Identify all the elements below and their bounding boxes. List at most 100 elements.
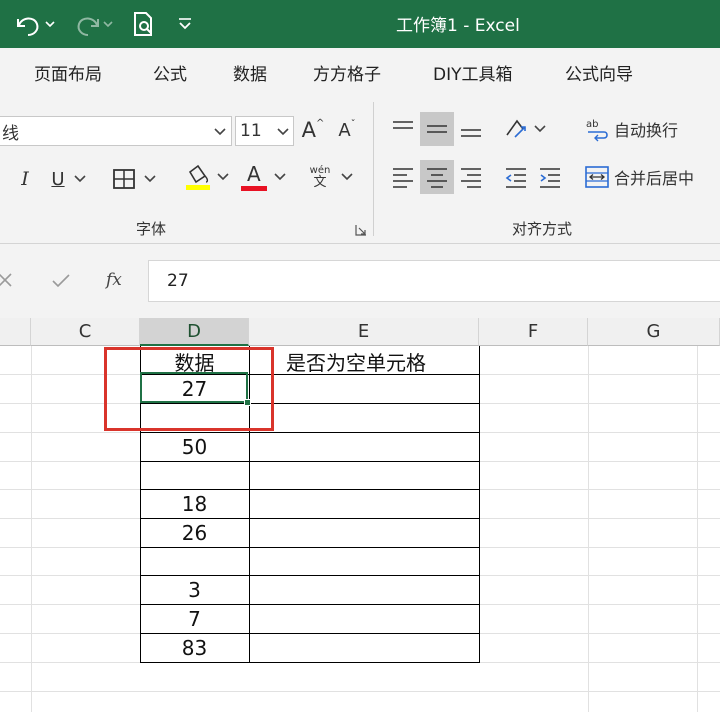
underline-icon: U [51, 168, 65, 190]
wrap-text-button[interactable]: ab 自动换行 [584, 112, 714, 146]
merge-center-label: 合并后居中 [614, 169, 695, 188]
table-border [479, 346, 480, 662]
cell-d-value[interactable]: 3 [140, 576, 249, 604]
increase-indent-icon [540, 168, 560, 188]
tab-data[interactable]: 数据 [233, 60, 267, 85]
font-size-combo[interactable]: 11 [235, 116, 294, 146]
align-right-icon [461, 168, 481, 188]
caret-up-icon: ^ [315, 117, 325, 129]
font-name-value: 线 [2, 123, 19, 144]
font-size-value: 11 [240, 121, 262, 141]
svg-text:ab: ab [586, 119, 598, 130]
column-header-d[interactable]: D [140, 318, 249, 346]
undo-button[interactable] [10, 0, 58, 48]
cell-d-value[interactable] [140, 547, 249, 575]
chevron-down-icon [341, 173, 353, 181]
chevron-down-icon [274, 173, 286, 181]
font-color-button[interactable]: A [238, 160, 290, 194]
cell-d-value[interactable]: 50 [140, 433, 249, 461]
align-left-button[interactable] [386, 160, 420, 194]
column-header-f[interactable]: F [479, 318, 588, 346]
fill-bucket-icon [186, 164, 210, 190]
chevron-down-icon [214, 128, 226, 136]
column-header-g[interactable]: G [588, 318, 720, 346]
print-preview-icon [134, 12, 152, 36]
enter-check-icon[interactable] [50, 271, 72, 291]
font-group-label: 字体 [136, 220, 167, 238]
cell-d-value[interactable]: 7 [140, 605, 249, 633]
align-center-button[interactable] [420, 160, 454, 194]
tab-formula-wizard[interactable]: 公式向导 [565, 60, 633, 85]
merge-center-button[interactable]: 合并后居中 [584, 160, 720, 194]
formula-bar: fx 27 [0, 244, 720, 318]
decrease-font-size-button[interactable]: A ˇ [332, 114, 362, 146]
font-name-combo[interactable]: 线 [0, 116, 232, 146]
formula-value: 27 [167, 271, 189, 291]
align-bottom-button[interactable] [454, 112, 488, 146]
align-middle-button[interactable] [420, 112, 454, 146]
tab-diy-toolbox[interactable]: DIY工具箱 [433, 60, 513, 85]
gridline [31, 346, 32, 712]
align-top-icon [393, 121, 413, 129]
font-dialog-launcher-icon[interactable] [355, 224, 367, 236]
wrap-text-icon: ab [586, 119, 608, 142]
align-left-icon [393, 168, 413, 188]
underline-button[interactable]: U [44, 164, 94, 194]
undo-icon [17, 17, 55, 36]
window-title: 工作簿1 - Excel [396, 16, 520, 36]
print-preview-button[interactable] [128, 0, 158, 48]
italic-button[interactable]: I [12, 164, 38, 194]
merge-center-icon [585, 166, 609, 188]
cell-d-value[interactable]: 83 [140, 634, 249, 662]
borders-icon [113, 169, 135, 189]
align-right-button[interactable] [454, 160, 488, 194]
increase-font-icon: A [301, 118, 316, 142]
align-center-icon [427, 168, 447, 188]
cell-d-value[interactable]: 18 [140, 490, 249, 518]
borders-button[interactable] [108, 164, 160, 194]
increase-indent-button[interactable] [534, 160, 566, 194]
tab-fangfang[interactable]: 方方格子 [313, 60, 381, 85]
orientation-button[interactable] [500, 112, 550, 146]
phonetic-guide-button[interactable]: wén 文 [306, 160, 358, 194]
chevron-down-icon [74, 175, 86, 183]
increase-font-size-button[interactable]: A ^ [298, 114, 328, 146]
decrease-indent-button[interactable] [500, 160, 532, 194]
cell-d-value[interactable] [140, 461, 249, 489]
annotation-highlight-box [104, 347, 274, 431]
italic-icon: I [21, 168, 29, 190]
redo-button[interactable] [68, 0, 116, 48]
chevron-down-icon [217, 173, 229, 181]
alignment-group-label: 对齐方式 [512, 220, 573, 238]
column-header-c[interactable]: C [31, 318, 140, 346]
worksheet-grid[interactable]: C D E F G 数据 是否为空单元格 27 50 18 26 3 7 83 [0, 318, 720, 712]
cancel-icon[interactable] [0, 271, 16, 291]
align-bottom-icon [461, 129, 481, 137]
cell-d-value[interactable]: 26 [140, 519, 249, 547]
gridline [697, 346, 698, 712]
align-middle-icon [427, 125, 447, 133]
tab-formulas[interactable]: 公式 [153, 60, 187, 85]
align-top-button[interactable] [386, 112, 420, 146]
gridline [0, 691, 720, 692]
table-border [140, 662, 480, 663]
font-color-swatch [241, 186, 267, 191]
decrease-indent-icon [505, 168, 526, 188]
ribbon-tabs: 页面布局 公式 数据 方方格子 DIY工具箱 公式向导 [0, 48, 720, 96]
wrap-text-label: 自动换行 [614, 121, 679, 140]
tab-page-layout[interactable]: 页面布局 [34, 60, 102, 85]
cell-header-is-blank[interactable]: 是否为空单元格 [278, 347, 478, 375]
customize-qat-button[interactable] [172, 0, 198, 48]
fill-color-button[interactable] [180, 160, 232, 194]
column-header-e[interactable]: E [249, 318, 479, 346]
formula-input[interactable]: 27 [148, 260, 720, 302]
insert-function-button[interactable]: fx [106, 270, 122, 290]
title-bar: 工作簿1 - Excel [0, 0, 720, 48]
text-orientation-icon [506, 119, 526, 138]
gridline [588, 346, 589, 712]
font-color-letter: A [247, 162, 261, 186]
row-header-corner [0, 318, 31, 346]
decrease-font-icon: A [338, 119, 351, 141]
redo-icon [77, 17, 113, 36]
chevron-down-icon [144, 175, 156, 183]
